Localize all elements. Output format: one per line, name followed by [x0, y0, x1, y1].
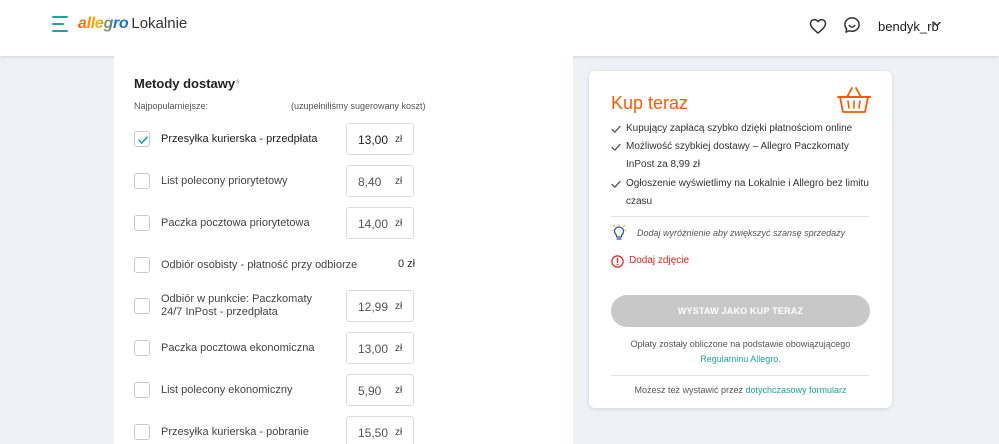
price-value: 8,40: [358, 175, 382, 189]
username[interactable]: bendyk_rb: [878, 19, 939, 34]
list-buy-now-button[interactable]: WYSTAW JAKO KUP TERAZ: [611, 295, 870, 327]
chevron-down-icon[interactable]: [932, 19, 942, 29]
delivery-label: Paczka pocztowa ekonomiczna: [161, 342, 315, 354]
price-input[interactable]: 5,90 zł: [346, 374, 414, 406]
price-currency: zł: [395, 385, 403, 396]
delivery-row: List polecony ekonomiczny 5,90 zł: [134, 374, 554, 406]
price-input[interactable]: 14,00 zł: [346, 207, 414, 239]
price-input[interactable]: 15,50 zł: [346, 416, 414, 444]
benefit-text: Możliwość szybkiej dostawy – Allegro Pac…: [626, 141, 849, 170]
suggested-cost-note: (uzupełniliśmy sugerowany koszt): [291, 101, 426, 111]
price-input[interactable]: 12,99 zł: [346, 290, 414, 322]
check-icon: [611, 125, 621, 133]
chat-icon[interactable]: [842, 15, 862, 35]
delivery-label: Odbiór w punkcie: Paczkomaty 24/7 InPost…: [161, 293, 313, 318]
regulations-link[interactable]: Regulaminu Allegro.: [700, 354, 781, 364]
price-currency: zł: [395, 176, 403, 187]
price-currency: zł: [395, 301, 403, 312]
check-icon: [611, 143, 621, 151]
price-currency: zł: [395, 134, 403, 145]
benefit-text: Ogłoszenie wyświetlimy na Lokalnie i All…: [626, 178, 869, 207]
legacy-form-link[interactable]: dotychczasowy formularz: [746, 385, 847, 395]
benefit-text: Kupujący zapłacą szybko dzięki płatności…: [626, 123, 853, 134]
popular-label: Najpopularniejsze:: [134, 101, 209, 111]
delivery-checkbox[interactable]: [134, 340, 150, 356]
price-value: 15,50: [358, 426, 389, 440]
price-value: 13,00: [358, 133, 389, 147]
delivery-methods-panel: Metody dostawy* Najpopularniejsze: (uzup…: [114, 56, 573, 444]
price-value: 12,99: [358, 300, 389, 314]
check-icon: [138, 136, 148, 144]
add-photo-error[interactable]: Dodaj zdjęcie: [629, 255, 689, 266]
required-mark: *: [235, 76, 241, 91]
delivery-label: Paczka pocztowa priorytetowa: [161, 217, 310, 229]
delivery-checkbox[interactable]: [134, 382, 150, 398]
delivery-checkbox[interactable]: [134, 131, 150, 147]
top-header: allegro Lokalnie bendyk_rb: [0, 0, 999, 56]
delivery-checkbox[interactable]: [134, 424, 150, 440]
delivery-label: Przesyłka kurierska - przedpłata: [161, 133, 318, 145]
check-icon: [611, 180, 621, 188]
price-input[interactable]: 13,00 zł: [346, 332, 414, 364]
fee-info: Opłaty zostały obliczone na podstawie ob…: [630, 339, 851, 364]
price-value: 0 zł: [398, 258, 416, 270]
menu-icon[interactable]: [52, 16, 70, 32]
delivery-row: Odbiór osobisty - płatność przy odbiorze…: [134, 249, 554, 281]
delivery-label: List polecony ekonomiczny: [161, 384, 293, 396]
error-icon: [611, 255, 624, 268]
basket-icon: [837, 87, 871, 113]
delivery-checkbox[interactable]: [134, 173, 150, 189]
divider: [611, 375, 869, 376]
logo-suffix: Lokalnie: [131, 15, 188, 32]
delivery-label: Odbiór osobisty - płatność przy odbiorze: [161, 259, 358, 271]
buy-now-title: Kup teraz: [611, 93, 689, 113]
logo-brand: allegro: [78, 15, 129, 32]
delivery-checkbox[interactable]: [134, 215, 150, 231]
price-value: 14,00: [358, 217, 389, 231]
price-currency: zł: [395, 427, 403, 438]
delivery-row: Paczka pocztowa ekonomiczna 13,00 zł: [134, 332, 554, 364]
price-input[interactable]: 13,00 zł: [346, 123, 414, 155]
delivery-checkbox[interactable]: [134, 257, 150, 273]
allegro-lokalnie-logo[interactable]: allegro Lokalnie: [78, 15, 187, 33]
delivery-row: Przesyłka kurierska - pobranie 15,50 zł: [134, 416, 554, 444]
price-value: 13,00: [358, 342, 389, 356]
delivery-row: Odbiór w punkcie: Paczkomaty 24/7 InPost…: [134, 290, 554, 322]
delivery-checkbox[interactable]: [134, 298, 150, 314]
delivery-row: List polecony priorytetowy 8,40 zł: [134, 165, 554, 197]
price-input[interactable]: 8,40 zł: [346, 165, 414, 197]
section-title: Metody dostawy*: [134, 76, 241, 91]
delivery-row: Przesyłka kurierska - przedpłata 13,00 z…: [134, 123, 554, 155]
heart-icon[interactable]: [808, 16, 828, 36]
delivery-label: List polecony priorytetowy: [161, 175, 288, 187]
price-currency: zł: [395, 343, 403, 354]
alt-form-info: Możesz też wystawić przez dotychczasowy …: [634, 385, 847, 395]
buy-now-panel: Kup teraz Kupujący zapłacą szybko dzięki…: [589, 71, 892, 408]
promotion-hint: Dodaj wyróżnienie aby zwiększyć szansę s…: [637, 228, 846, 238]
divider: [611, 216, 869, 217]
price-currency: zł: [395, 218, 403, 229]
price-value: 5,90: [358, 384, 382, 398]
lightbulb-icon: [611, 224, 627, 240]
delivery-row: Paczka pocztowa priorytetowa 14,00 zł: [134, 207, 554, 239]
delivery-label: Przesyłka kurierska - pobranie: [161, 426, 309, 438]
